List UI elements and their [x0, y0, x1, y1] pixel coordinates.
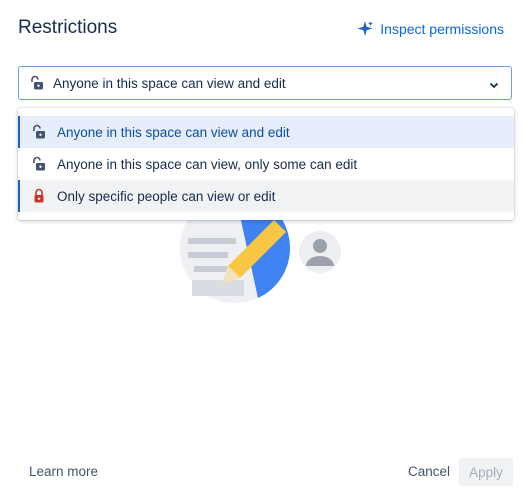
option-space-view-edit[interactable]: Anyone in this space can view and edit: [18, 116, 514, 148]
restriction-options-menu: Anyone in this space can view and edit A…: [18, 108, 514, 220]
option-space-view-some-edit[interactable]: Anyone in this space can view, only some…: [18, 148, 514, 180]
unlocked-icon: [31, 124, 47, 140]
sparkle-icon: [356, 20, 374, 38]
option-specific-people[interactable]: Only specific people can view or edit: [18, 180, 514, 212]
unlocked-icon: [29, 75, 45, 91]
apply-button[interactable]: Apply: [459, 458, 513, 486]
unlocked-icon: [31, 156, 47, 172]
learn-more-link[interactable]: Learn more: [29, 464, 98, 479]
restrictions-illustration: [178, 193, 348, 310]
option-label: Only specific people can view or edit: [57, 188, 276, 204]
inspect-permissions-link[interactable]: Inspect permissions: [356, 20, 504, 38]
cancel-button[interactable]: Cancel: [408, 464, 450, 479]
chevron-down-icon: [489, 78, 499, 89]
option-label: Anyone in this space can view and edit: [57, 124, 290, 140]
locked-icon: [31, 188, 47, 204]
restriction-select[interactable]: Anyone in this space can view and edit: [18, 66, 512, 100]
select-value: Anyone in this space can view and edit: [53, 75, 286, 91]
inspect-permissions-label: Inspect permissions: [380, 21, 504, 37]
dialog-title: Restrictions: [18, 17, 118, 38]
option-label: Anyone in this space can view, only some…: [57, 156, 358, 172]
dialog-footer: Learn more Cancel Apply: [0, 458, 532, 486]
